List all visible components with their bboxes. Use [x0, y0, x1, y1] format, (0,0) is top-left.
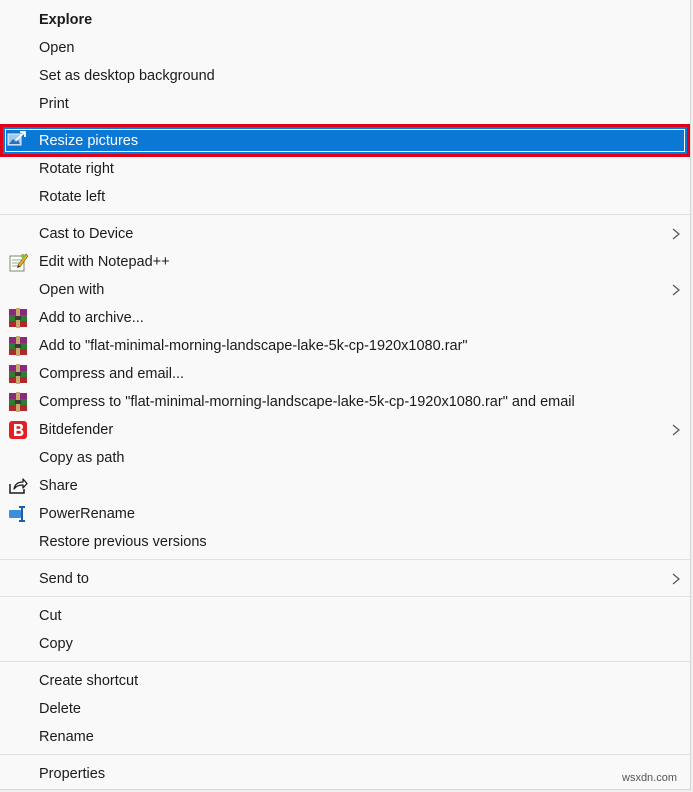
menu-item-properties[interactable]: Properties [0, 760, 690, 788]
menu-item-copy[interactable]: Copy [0, 630, 690, 658]
menu-item-edit-with-notepad[interactable]: Edit with Notepad++ [0, 248, 690, 276]
menu-item-label: Resize pictures [39, 133, 139, 149]
menu-item-create-shortcut[interactable]: Create shortcut [0, 667, 690, 695]
menu-item-label: Send to [39, 571, 89, 587]
menu-item-compress-and-email[interactable]: Compress and email... [0, 360, 690, 388]
winrar-icon [9, 308, 27, 328]
menu-item-add-to-archive[interactable]: Add to archive... [0, 304, 690, 332]
menu-item-label: Open with [39, 282, 105, 298]
chevron-right-icon [672, 573, 680, 585]
resize-pictures-icon [7, 131, 26, 146]
menu-item-label: Delete [39, 701, 81, 717]
powerrename-icon [9, 506, 25, 522]
menu-item-rotate-right[interactable]: Rotate right [0, 155, 690, 183]
menu-item-label: Create shortcut [39, 673, 139, 689]
menu-item-print[interactable]: Print [0, 90, 690, 118]
menu-item-label: Open [39, 40, 75, 56]
menu-item-label: Add to archive... [39, 310, 144, 326]
menu-item-explore[interactable]: Explore [0, 6, 690, 34]
menu-item-label: Copy [39, 636, 73, 652]
menu-item-label: Compress and email... [39, 366, 185, 382]
menu-item-copy-as-path[interactable]: Copy as path [0, 444, 690, 472]
menu-item-restore-previous-versions[interactable]: Restore previous versions [0, 528, 690, 556]
menu-item-label: Share [39, 478, 78, 494]
menu-item-open-with[interactable]: Open with [0, 276, 690, 304]
context-menu: Explore Open Set as desktop background P… [0, 0, 691, 790]
bitdefender-icon [9, 421, 27, 439]
menu-item-label: Print [39, 96, 69, 112]
menu-item-label: Compress to "flat-minimal-morning-landsc… [39, 394, 575, 410]
winrar-icon [9, 336, 27, 356]
menu-item-rotate-left[interactable]: Rotate left [0, 183, 690, 211]
menu-item-add-to-rar[interactable]: Add to "flat-minimal-morning-landscape-l… [0, 332, 690, 360]
menu-item-cut[interactable]: Cut [0, 602, 690, 630]
menu-item-share[interactable]: Share [0, 472, 690, 500]
menu-item-label: Rotate right [39, 161, 114, 177]
menu-item-send-to[interactable]: Send to [0, 565, 690, 593]
menu-separator [0, 559, 690, 560]
menu-item-label: Set as desktop background [39, 68, 215, 84]
menu-item-compress-to-rar-and-email[interactable]: Compress to "flat-minimal-morning-landsc… [0, 388, 690, 416]
menu-item-label: Bitdefender [39, 422, 114, 438]
menu-item-delete[interactable]: Delete [0, 695, 690, 723]
menu-separator [0, 596, 690, 597]
menu-item-set-desktop-background[interactable]: Set as desktop background [0, 62, 690, 90]
chevron-right-icon [672, 228, 680, 240]
menu-item-powerrename[interactable]: PowerRename [0, 500, 690, 528]
menu-item-label: Restore previous versions [39, 534, 207, 550]
chevron-right-icon [672, 424, 680, 436]
menu-item-label: Copy as path [39, 450, 125, 466]
menu-item-cast-to-device[interactable]: Cast to Device [0, 220, 690, 248]
share-icon [9, 478, 28, 494]
menu-item-rename[interactable]: Rename [0, 723, 690, 751]
menu-item-label: Properties [39, 766, 106, 782]
menu-item-label: Add to "flat-minimal-morning-landscape-l… [39, 338, 468, 354]
menu-item-open[interactable]: Open [0, 34, 690, 62]
winrar-icon [9, 364, 27, 384]
menu-item-bitdefender[interactable]: Bitdefender [0, 416, 690, 444]
watermark: wsxdn.com [622, 772, 678, 784]
menu-item-label: PowerRename [39, 506, 135, 522]
menu-item-label: Rotate left [39, 189, 106, 205]
menu-item-label: Cast to Device [39, 226, 134, 242]
menu-separator [0, 754, 690, 755]
menu-item-label: Cut [39, 608, 62, 624]
chevron-right-icon [672, 284, 680, 296]
menu-item-label: Edit with Notepad++ [39, 254, 170, 270]
menu-item-label: Rename [39, 729, 94, 745]
menu-separator [0, 214, 690, 215]
menu-item-label: Explore [39, 12, 93, 28]
notepad-plus-plus-icon [9, 253, 28, 272]
menu-separator [0, 661, 690, 662]
winrar-icon [9, 392, 27, 412]
